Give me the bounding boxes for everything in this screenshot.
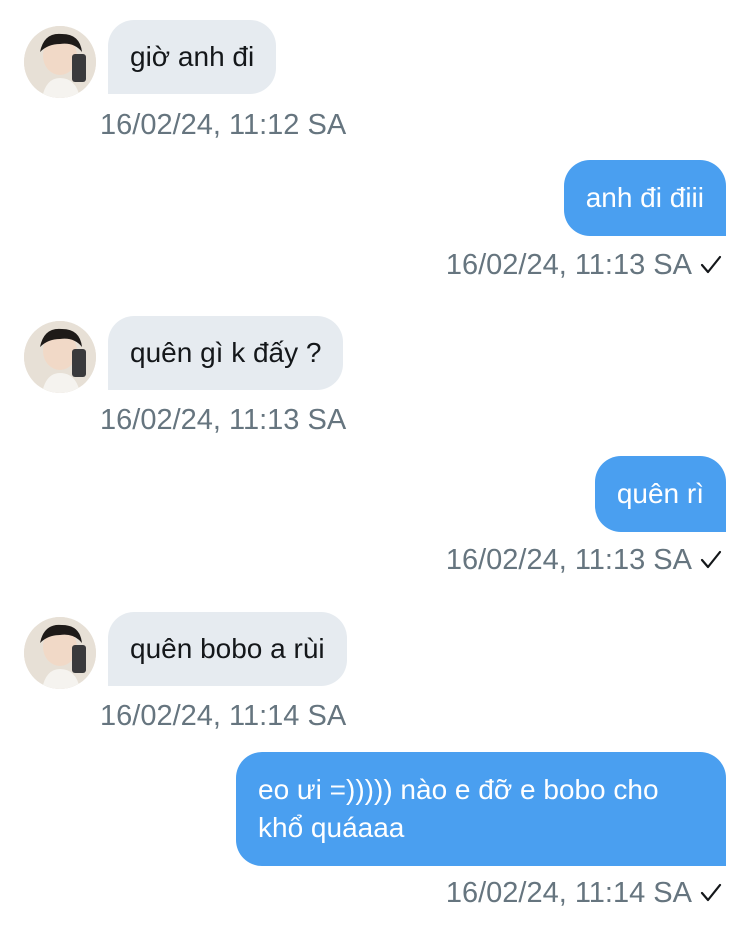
message-timestamp-row: 16/02/24, 11:13 SA: [446, 543, 722, 578]
message-timestamp: 16/02/24, 11:12 SA: [100, 109, 347, 141]
check-icon: [700, 249, 722, 283]
outgoing-message-bubble[interactable]: anh đi điii: [563, 160, 726, 236]
message-timestamp: 16/02/24, 11:13 SA: [445, 249, 692, 281]
incoming-message-bubble[interactable]: quên gì k đấy ?: [108, 316, 344, 390]
outgoing-message-bubble[interactable]: eo ưi =))))) nào e đỡ e bobo cho khổ quá…: [236, 752, 726, 866]
message-timestamp: 16/02/24, 11:14 SA: [445, 877, 692, 909]
message-timestamp: 16/02/24, 11:14 SA: [100, 700, 347, 732]
incoming-message-bubble[interactable]: giờ anh đi: [108, 20, 277, 94]
message-timestamp: 16/02/24, 11:13 SA: [100, 404, 347, 436]
avatar[interactable]: [24, 321, 96, 393]
incoming-message-bubble[interactable]: quên bobo a rùi: [108, 612, 347, 686]
avatar[interactable]: [24, 617, 96, 689]
check-icon: [700, 877, 722, 911]
avatar[interactable]: [24, 26, 96, 98]
check-icon: [700, 544, 722, 578]
top-cut-off-timestamp: [150, 0, 270, 5]
message-timestamp-row: 16/02/24, 11:13 SA: [446, 248, 722, 283]
outgoing-message-bubble[interactable]: quên rì: [594, 456, 726, 532]
message-timestamp: 16/02/24, 11:13 SA: [445, 544, 692, 576]
message-timestamp-row: 16/02/24, 11:14 SA: [446, 876, 722, 911]
